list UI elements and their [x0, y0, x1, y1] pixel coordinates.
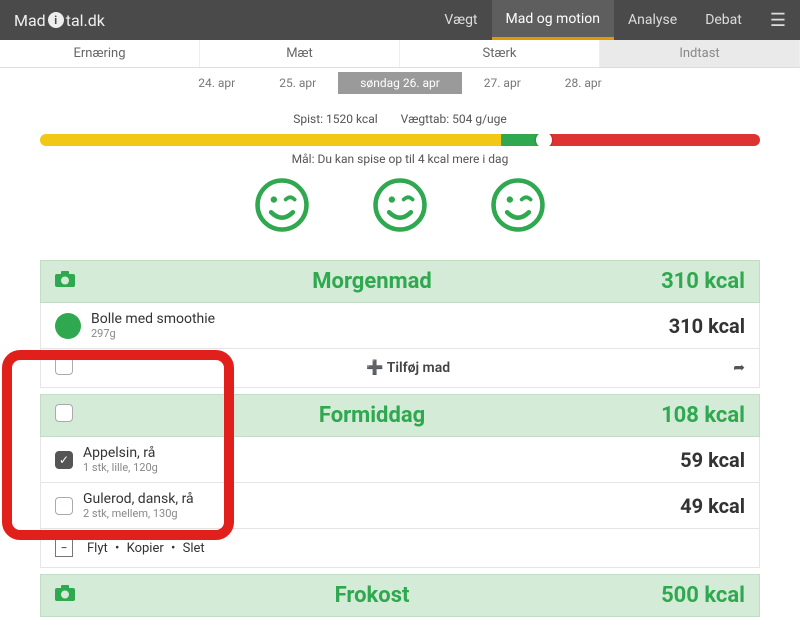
meal-kcal: 500 kcal	[661, 583, 745, 608]
add-food-button[interactable]: ➕ Tilføj mad	[83, 360, 733, 376]
action-delete[interactable]: Slet	[183, 541, 205, 556]
nav-analysis[interactable]: Analyse	[614, 0, 691, 40]
select-all-checkbox[interactable]	[55, 357, 73, 375]
food-kcal: 310 kcal	[669, 314, 745, 338]
food-kcal: 59 kcal	[680, 448, 745, 472]
food-name: Appelsin, rå	[83, 445, 158, 461]
plus-icon: ➕	[366, 360, 383, 376]
subnav-input[interactable]: Indtast	[600, 40, 800, 67]
food-checkbox[interactable]	[55, 497, 73, 515]
smileys-row	[0, 176, 800, 238]
meal-header-morgenmad[interactable]: Morgenmad 310 kcal	[40, 260, 760, 303]
stats-eaten: Spist: 1520 kcal	[293, 112, 377, 126]
food-name: Bolle med smoothie	[91, 311, 215, 327]
camera-icon[interactable]	[55, 271, 83, 292]
stats-line: Spist: 1520 kcal Vægttab: 504 g/uge	[0, 112, 800, 126]
goal-line: Mål: Du kan spise op til 4 kcal mere i d…	[0, 152, 800, 166]
sub-nav: Ernæring Mæt Stærk Indtast	[0, 40, 800, 68]
bar-knob[interactable]	[536, 134, 552, 146]
action-move[interactable]: Flyt	[87, 541, 108, 556]
food-sub: 297g	[91, 327, 215, 340]
deselect-icon[interactable]: −	[55, 539, 73, 557]
meal-header-formiddag[interactable]: Formiddag 108 kcal	[40, 394, 760, 437]
smiley-icon	[253, 176, 311, 238]
logo-text-pre: Mad	[14, 11, 46, 30]
food-name: Gulerod, dansk, rå	[83, 491, 194, 507]
date-27[interactable]: 27. apr	[462, 72, 543, 94]
bar-segment-red	[544, 134, 760, 146]
meal-title: Formiddag	[83, 403, 661, 428]
food-row[interactable]: ✓ Appelsin, rå 1 stk, lille, 120g 59 kca…	[40, 437, 760, 483]
logo-info-icon: i	[48, 12, 64, 28]
top-nav: Mad i tal.dk Vægt Mad og motion Analyse …	[0, 0, 800, 40]
food-color-dot	[55, 313, 81, 339]
date-24[interactable]: 24. apr	[176, 72, 257, 94]
meal-title: Morgenmad	[83, 269, 661, 294]
share-icon[interactable]: ➦	[733, 360, 745, 376]
meal-kcal: 310 kcal	[661, 269, 745, 294]
food-kcal: 49 kcal	[680, 494, 745, 518]
select-all-checkbox[interactable]	[55, 404, 73, 422]
date-26-active[interactable]: søndag 26. apr	[338, 72, 462, 94]
food-checkbox[interactable]: ✓	[55, 451, 73, 469]
bar-segment-yellow	[40, 134, 501, 146]
meal-header-frokost[interactable]: Frokost 500 kcal	[40, 574, 760, 617]
date-28[interactable]: 28. apr	[543, 72, 624, 94]
nav-weight[interactable]: Vægt	[430, 0, 491, 40]
stats-loss: Vægttab: 504 g/uge	[401, 112, 507, 126]
date-25[interactable]: 25. apr	[257, 72, 338, 94]
nav-food-exercise[interactable]: Mad og motion	[492, 0, 615, 40]
calorie-bar	[40, 134, 760, 146]
food-row[interactable]: Bolle med smoothie 297g 310 kcal	[40, 303, 760, 349]
smiley-icon	[371, 176, 429, 238]
meals-container: Morgenmad 310 kcal Bolle med smoothie 29…	[0, 260, 800, 617]
subnav-strong[interactable]: Stærk	[400, 40, 600, 67]
food-row[interactable]: Gulerod, dansk, rå 2 stk, mellem, 130g 4…	[40, 483, 760, 529]
subnav-nutrition[interactable]: Ernæring	[0, 40, 200, 67]
food-sub: 2 stk, mellem, 130g	[83, 507, 194, 520]
date-strip: 24. apr 25. apr søndag 26. apr 27. apr 2…	[0, 72, 800, 94]
hamburger-icon[interactable]: ☰	[756, 0, 800, 40]
logo-text-post: tal.dk	[66, 11, 105, 30]
nav-debate[interactable]: Debat	[691, 0, 756, 40]
food-sub: 1 stk, lille, 120g	[83, 461, 158, 474]
add-food-label: Tilføj mad	[387, 360, 450, 376]
smiley-icon	[489, 176, 547, 238]
action-copy[interactable]: Kopier	[127, 541, 164, 556]
camera-icon[interactable]	[55, 585, 83, 606]
subnav-satiety[interactable]: Mæt	[200, 40, 400, 67]
logo[interactable]: Mad i tal.dk	[0, 11, 119, 30]
meal-kcal: 108 kcal	[661, 403, 745, 428]
meal-title: Frokost	[83, 583, 661, 608]
bulk-action-row: − Flyt • Kopier • Slet	[40, 529, 760, 568]
add-food-row: ➕ Tilføj mad ➦	[40, 349, 760, 388]
